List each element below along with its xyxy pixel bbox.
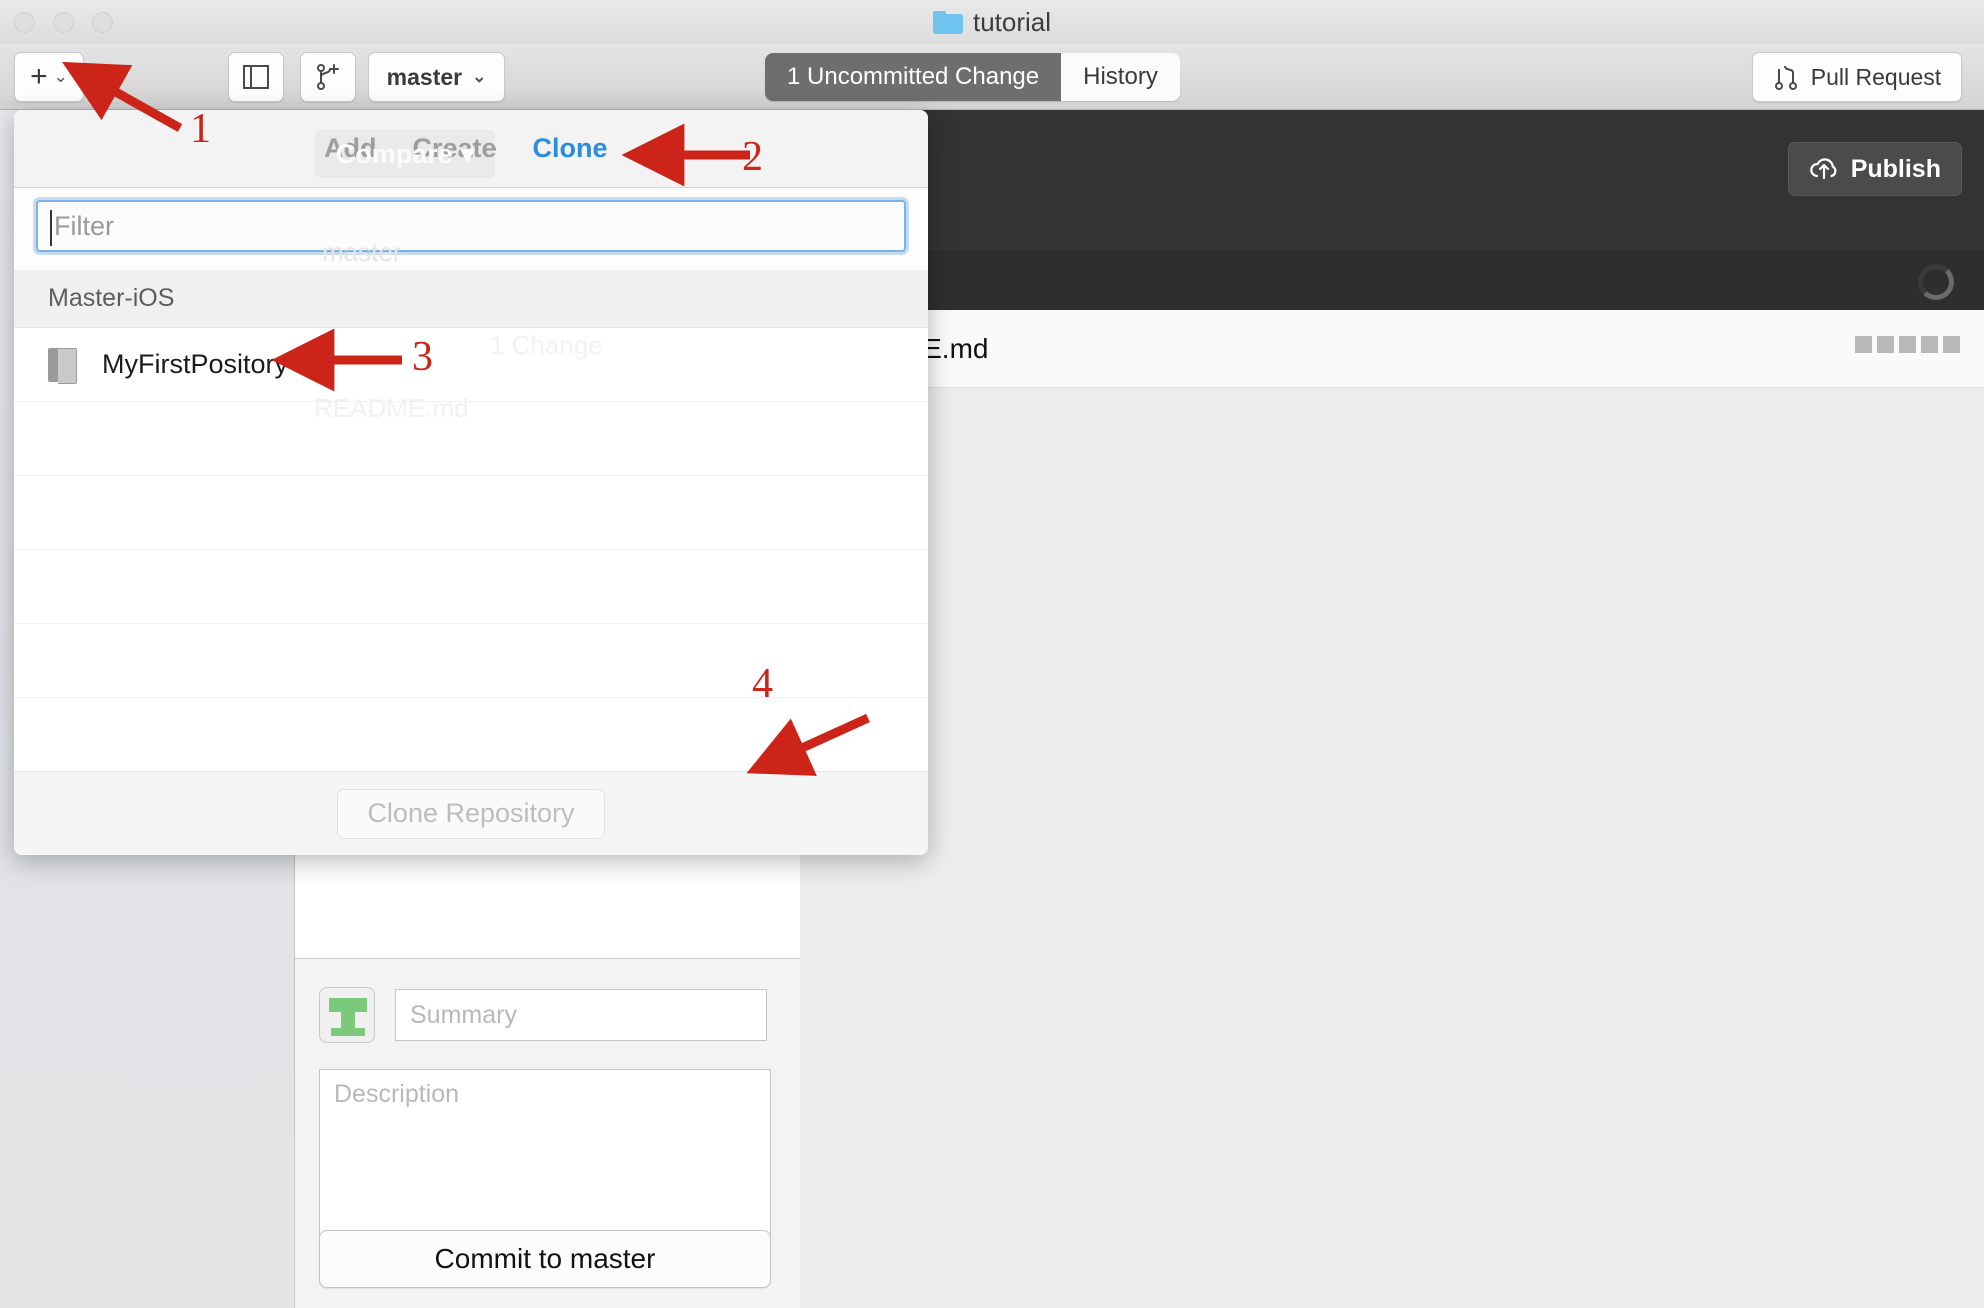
popover-filter-wrapper: Filter bbox=[36, 200, 906, 252]
popover-group-label: Master-iOS bbox=[48, 284, 175, 312]
sidebar-toggle-icon bbox=[243, 65, 269, 89]
tab-history[interactable]: History bbox=[1061, 53, 1180, 101]
ghost-branch-label: master bbox=[322, 237, 402, 267]
chevron-down-icon: ⌄ bbox=[472, 67, 487, 86]
commit-summary-placeholder: Summary bbox=[410, 1000, 517, 1029]
ghost-compare-label: Compare bbox=[335, 138, 453, 169]
title-bar: tutorial bbox=[0, 0, 1984, 44]
tab-uncommitted-changes-label: 1 Uncommitted Change bbox=[787, 63, 1040, 90]
folder-icon bbox=[932, 10, 963, 34]
ghost-change-count: 1 Change bbox=[490, 330, 603, 360]
commit-summary-input[interactable]: Summary bbox=[395, 989, 767, 1041]
new-branch-button[interactable] bbox=[300, 52, 356, 102]
commit-to-master-button[interactable]: Commit to master bbox=[319, 1230, 771, 1288]
ghost-compare-dropdown: Compare ▾ bbox=[315, 130, 495, 178]
annotation-arrow-2 bbox=[620, 123, 760, 187]
publish-button[interactable]: Publish bbox=[1787, 142, 1962, 196]
user-avatar-icon bbox=[319, 987, 375, 1043]
list-item bbox=[14, 624, 928, 698]
list-item bbox=[14, 476, 928, 550]
commit-form: Summary Description Commit to master bbox=[295, 958, 800, 1308]
branch-name-label: master bbox=[386, 63, 463, 90]
popover-footer: Clone Repository bbox=[14, 771, 928, 855]
repo-icon bbox=[48, 347, 77, 384]
popover-filter-placeholder: Filter bbox=[54, 210, 114, 241]
annotation-number-2: 2 bbox=[742, 134, 763, 180]
ghost-file-name: README.md bbox=[314, 393, 469, 423]
sidebar-toggle-button[interactable] bbox=[228, 52, 284, 102]
popover-group-header: Master-iOS bbox=[14, 270, 928, 328]
clone-repository-label: Clone Repository bbox=[367, 798, 575, 828]
popover-filter-input[interactable]: Filter bbox=[36, 200, 906, 252]
view-mode-segmented-control[interactable]: 1 Uncommitted Change History bbox=[765, 53, 1180, 101]
branch-selector-button[interactable]: master ⌄ bbox=[368, 52, 505, 102]
repository-name: MyFirstPository bbox=[102, 349, 289, 379]
clone-repository-button[interactable]: Clone Repository bbox=[337, 788, 605, 839]
diff-pane: Publish README.md bbox=[800, 110, 1984, 1308]
annotation-arrow-3 bbox=[270, 328, 410, 392]
pull-request-icon bbox=[1774, 65, 1797, 90]
diff-content-area bbox=[800, 388, 1984, 1308]
publish-label: Publish bbox=[1850, 154, 1941, 183]
cloud-upload-icon bbox=[1809, 158, 1837, 180]
list-item[interactable]: MyFirstPository bbox=[14, 328, 928, 402]
pull-request-label: Pull Request bbox=[1810, 63, 1942, 90]
popover-repository-list[interactable]: MyFirstPository bbox=[14, 328, 928, 772]
commit-description-input[interactable]: Description bbox=[319, 1069, 771, 1254]
tab-uncommitted-changes[interactable]: 1 Uncommitted Change bbox=[765, 53, 1062, 101]
diff-toolbar: Publish bbox=[800, 110, 1984, 250]
diff-subbar bbox=[800, 250, 1984, 310]
diff-file-header: README.md bbox=[800, 310, 1984, 388]
list-item bbox=[14, 550, 928, 624]
commit-description-placeholder: Description bbox=[334, 1080, 460, 1108]
new-branch-icon bbox=[317, 64, 339, 90]
annotation-number-1: 1 bbox=[190, 106, 211, 152]
annotation-number-4: 4 bbox=[752, 661, 773, 707]
chevron-down-icon: ▾ bbox=[460, 138, 475, 169]
annotation-number-3: 3 bbox=[412, 334, 433, 380]
window-title-text: tutorial bbox=[972, 6, 1052, 37]
text-caret bbox=[50, 210, 52, 246]
loading-spinner-icon bbox=[1918, 264, 1954, 300]
annotation-arrow-4 bbox=[740, 710, 880, 780]
main-toolbar: + ⌄ master ⌄ 1 Uncommitted Change Histor… bbox=[0, 44, 1984, 110]
list-item bbox=[14, 402, 928, 476]
commit-summary-row: Summary bbox=[319, 987, 767, 1043]
app-window: Filter Repositories Other tutorial Compa… bbox=[0, 0, 1984, 1308]
pull-request-button[interactable]: Pull Request bbox=[1752, 52, 1962, 102]
commit-button-label: Commit to master bbox=[434, 1243, 656, 1274]
tab-clone[interactable]: Clone bbox=[533, 133, 608, 164]
window-title: tutorial bbox=[0, 0, 1984, 44]
drag-handle-icon[interactable] bbox=[1855, 336, 1960, 353]
tab-history-label: History bbox=[1083, 63, 1158, 90]
